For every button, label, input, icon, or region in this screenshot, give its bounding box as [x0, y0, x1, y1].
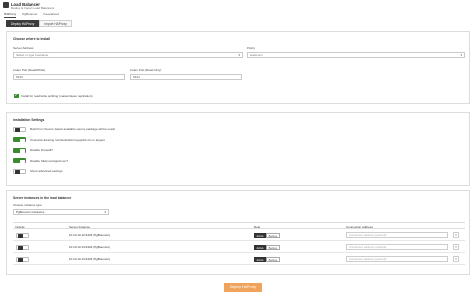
- role-selector: Active Backup: [254, 232, 280, 238]
- include-toggle[interactable]: [16, 232, 29, 238]
- load-balancer-icon: [3, 2, 9, 8]
- instance-type-label: Choose instance type: [13, 203, 42, 207]
- chevron-down-icon: ▾: [104, 209, 106, 214]
- lb-type-tabs: HAProxy PgBouncer Keepalived: [4, 12, 59, 19]
- server-address-label: Server Address: [13, 45, 34, 50]
- connection-address-input[interactable]: Connection address (optional): [346, 244, 448, 250]
- policy-value: leastconn: [250, 52, 263, 57]
- ro-port-input[interactable]: 5434: [130, 74, 242, 80]
- role-selector: Active Backup: [254, 256, 280, 262]
- table-header: Include Server Instance Role Connection …: [13, 222, 465, 229]
- section-title: Choose where to install: [13, 37, 51, 41]
- rw-port-input[interactable]: 5433: [13, 74, 125, 80]
- instances-card: Server instances in the load balancer Ch…: [6, 190, 470, 275]
- disable-firewall-label: Disable Firewall?: [30, 148, 53, 153]
- role-active-option[interactable]: Active: [254, 232, 267, 238]
- instance-type-select[interactable]: PgBouncer instances ▾: [13, 208, 109, 215]
- server-instance: 10.10.10.13:6432 (PgBouncer): [69, 244, 111, 249]
- policy-select[interactable]: leastconn ▾: [247, 51, 465, 58]
- server-address-select[interactable]: Select or type hostname ▾: [13, 51, 243, 58]
- installation-card: Installation Settings Build from Source …: [6, 112, 470, 186]
- policy-label: Policy: [247, 45, 256, 50]
- table-row: 10.10.10.14:6432 (PgBouncer) Active Back…: [13, 253, 465, 265]
- where-card: Choose where to install Server Address S…: [6, 31, 470, 104]
- tab-import-haproxy[interactable]: Import HAProxy: [39, 20, 72, 27]
- rw-split-checkbox[interactable]: [14, 93, 19, 98]
- chevron-down-icon: ▾: [238, 52, 240, 57]
- role-backup-option[interactable]: Backup: [266, 244, 280, 250]
- disable-firewall-toggle[interactable]: [13, 147, 26, 153]
- role-backup-option[interactable]: Backup: [266, 256, 280, 262]
- page-subtitle: Deploy & Import Load Balancers: [11, 6, 55, 11]
- build-from-source-toggle[interactable]: [13, 126, 26, 132]
- close-icon[interactable]: ×: [453, 232, 459, 238]
- role-backup-option[interactable]: Backup: [266, 232, 280, 238]
- disable-selinux-toggle[interactable]: [13, 158, 26, 163]
- close-icon[interactable]: ×: [453, 244, 459, 250]
- toggle-knob: [17, 258, 23, 262]
- overwrite-mysqlchk-label: Overwrite Existing /usr/local/sbin/mysql…: [30, 137, 105, 142]
- toggle-knob: [14, 128, 20, 132]
- build-from-source-label: Build from Source (latest available sour…: [30, 127, 116, 132]
- advanced-settings-label: Show advanced settings: [30, 169, 63, 174]
- server-instance: 10.10.10.14:6432 (PgBouncer): [69, 256, 111, 261]
- tab-deploy-haproxy[interactable]: Deploy HAProxy: [6, 20, 40, 27]
- section-title: Server instances in the load balancer: [13, 196, 72, 200]
- include-toggle[interactable]: [16, 256, 29, 262]
- section-title: Installation Settings: [13, 118, 45, 122]
- role-active-option[interactable]: Active: [254, 244, 267, 250]
- close-icon[interactable]: ×: [453, 256, 459, 262]
- connection-address-input[interactable]: Connection address (optional): [346, 232, 448, 238]
- toggle-knob: [17, 246, 23, 250]
- toggle-knob: [17, 234, 23, 238]
- role-active-option[interactable]: Active: [254, 256, 267, 262]
- toggle-knob: [19, 159, 25, 163]
- ro-port-label: Listen Port (Read Only): [130, 68, 162, 72]
- rw-port-label: Listen Port (Read/Write): [13, 68, 46, 72]
- advanced-settings-toggle[interactable]: [13, 168, 26, 174]
- toggle-knob: [19, 149, 25, 153]
- server-instance: 10.10.10.12:6432 (PgBouncer): [69, 232, 111, 237]
- table-row: 10.10.10.13:6432 (PgBouncer) Active Back…: [13, 241, 465, 253]
- overwrite-mysqlchk-toggle[interactable]: [13, 137, 26, 142]
- server-address-placeholder: Select or type hostname: [16, 52, 49, 57]
- include-toggle[interactable]: [16, 244, 29, 250]
- deploy-haproxy-button[interactable]: Deploy HAProxy: [224, 283, 262, 292]
- app-header: Load Balancer Deploy & Import Load Balan…: [0, 0, 474, 19]
- rw-split-label: Install for read/write splitting (master…: [21, 94, 93, 98]
- table-row: 10.10.10.12:6432 (PgBouncer) Active Back…: [13, 229, 465, 241]
- tab-haproxy[interactable]: HAProxy: [4, 12, 17, 18]
- mode-tabs: Deploy HAProxy Import HAProxy: [6, 20, 72, 27]
- tab-keepalived[interactable]: Keepalived: [44, 12, 59, 19]
- tab-pgbouncer[interactable]: PgBouncer: [22, 12, 37, 19]
- toggle-knob: [19, 138, 25, 142]
- chevron-down-icon: ▾: [460, 52, 462, 57]
- disable-selinux-label: Disable SELinux/AppArmor?: [30, 158, 69, 163]
- role-selector: Active Backup: [254, 244, 280, 250]
- toggle-knob: [14, 170, 20, 174]
- instance-type-value: PgBouncer instances: [16, 209, 45, 214]
- connection-address-input[interactable]: Connection address (optional): [346, 256, 448, 262]
